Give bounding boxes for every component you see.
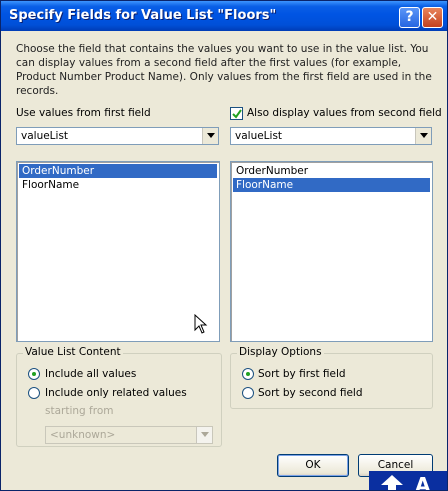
second-field-table-value: valueList [235, 130, 283, 142]
list-item[interactable]: OrderNumber [233, 164, 308, 178]
first-field-list[interactable]: OrderNumber FloorName [16, 161, 220, 342]
display-options-group: Display Options Sort by first field Sort… [230, 346, 433, 409]
second-field-checkbox-label: Also display values from second field [247, 107, 442, 119]
checkmark-icon [232, 109, 242, 119]
dropdown-arrow-icon[interactable] [202, 128, 218, 144]
corner-overlay: A [369, 471, 447, 491]
mouse-cursor-icon [194, 314, 208, 334]
list-item[interactable]: OrderNumber [19, 164, 217, 178]
dropdown-arrow-icon[interactable] [415, 128, 431, 144]
first-field-label: Use values from first field [16, 107, 151, 119]
sort-first-label[interactable]: Sort by first field [258, 368, 346, 380]
include-all-radio[interactable] [28, 368, 40, 380]
radio-selected-dot [246, 372, 250, 376]
include-related-radio[interactable] [28, 387, 40, 399]
description-text: Choose the field that contains the value… [16, 43, 432, 97]
value-list-content-group: Value List Content Include all values In… [16, 346, 222, 447]
overlay-letter: A [415, 473, 431, 491]
starting-from-select[interactable]: <unknown> [45, 426, 213, 444]
sort-second-radio[interactable] [242, 387, 254, 399]
dropdown-arrow-icon[interactable] [196, 427, 212, 443]
list-item[interactable]: FloorName [19, 178, 79, 192]
include-related-label[interactable]: Include only related values [45, 387, 187, 399]
ok-button[interactable]: OK [277, 454, 349, 477]
up-arrow-icon [381, 475, 403, 490]
starting-from-value: <unknown> [50, 429, 116, 441]
dialog-window: Specify Fields for Value List "Floors" ?… [0, 0, 448, 491]
title-bar[interactable]: Specify Fields for Value List "Floors" ?… [1, 1, 447, 31]
second-field-table-select[interactable]: valueList [230, 127, 432, 145]
sort-second-label[interactable]: Sort by second field [258, 387, 363, 399]
value-list-content-legend: Value List Content [23, 346, 123, 358]
display-options-legend: Display Options [237, 346, 324, 358]
second-field-checkbox[interactable] [230, 107, 243, 120]
close-icon: ✕ [426, 9, 439, 25]
first-field-table-value: valueList [21, 130, 69, 142]
radio-selected-dot [32, 372, 36, 376]
second-field-list[interactable]: OrderNumber FloorName [230, 161, 433, 342]
help-button[interactable]: ? [399, 7, 420, 28]
dialog-body: Choose the field that contains the value… [4, 31, 444, 489]
first-field-table-select[interactable]: valueList [16, 127, 219, 145]
sort-first-radio[interactable] [242, 368, 254, 380]
close-button[interactable]: ✕ [422, 7, 443, 28]
window-title: Specify Fields for Value List "Floors" [9, 8, 277, 23]
list-item[interactable]: FloorName [233, 178, 430, 192]
include-all-label[interactable]: Include all values [45, 368, 136, 380]
help-icon: ? [405, 9, 414, 25]
starting-from-label: starting from [45, 405, 114, 417]
